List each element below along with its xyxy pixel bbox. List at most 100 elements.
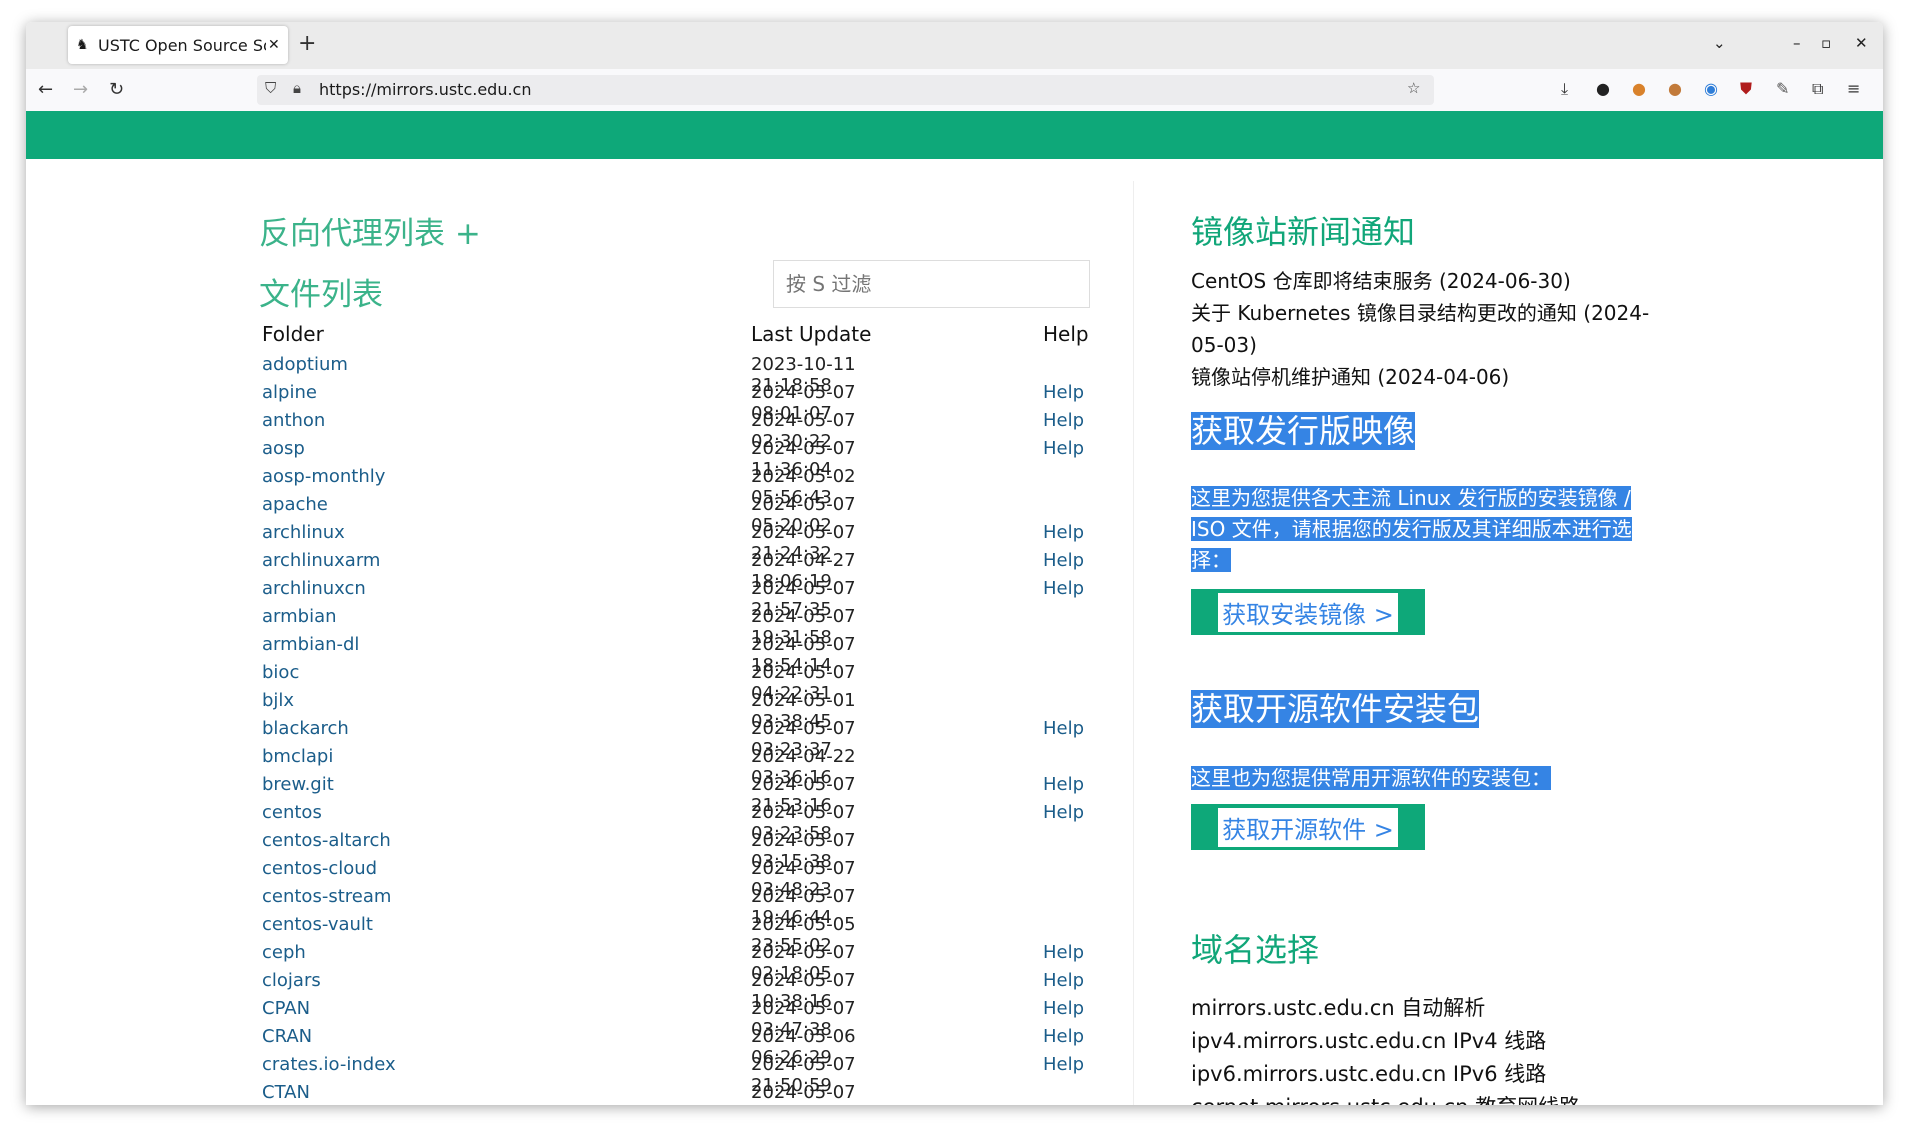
tab-title: USTC Open Source Software Mirror <box>98 35 266 55</box>
folder-link[interactable]: archlinux <box>262 522 345 543</box>
new-tab-icon[interactable]: + <box>298 31 316 56</box>
folder-link[interactable]: centos-cloud <box>262 858 377 879</box>
folder-link[interactable]: aosp <box>262 438 305 459</box>
help-link[interactable]: Help <box>1043 942 1084 963</box>
get-app-button[interactable]: 获取开源软件 > <box>1191 804 1425 850</box>
help-link[interactable]: Help <box>1043 718 1084 739</box>
news-item[interactable]: 镜像站停机维护通知 (2024-04-06) <box>1191 361 1651 393</box>
browser-window: ♞ USTC Open Source Software Mirror ✕ + ⌄… <box>26 22 1883 1105</box>
extension-t-icon[interactable]: ● <box>1596 79 1610 98</box>
folder-link[interactable]: CTAN <box>262 1082 310 1103</box>
menu-icon[interactable]: ≡ <box>1847 79 1860 98</box>
folder-link[interactable]: bmclapi <box>262 746 333 767</box>
close-tab-icon[interactable]: ✕ <box>268 37 280 53</box>
folder-link[interactable]: adoptium <box>262 354 348 375</box>
help-link[interactable]: Help <box>1043 522 1084 543</box>
folder-link[interactable]: centos-stream <box>262 886 391 907</box>
folder-link[interactable]: aosp-monthly <box>262 466 385 487</box>
folder-link[interactable]: anthon <box>262 410 325 431</box>
folder-link[interactable]: centos-altarch <box>262 830 391 851</box>
table-row: apache 2024-05-07 05:20:02 <box>26 494 926 536</box>
folder-link[interactable]: bioc <box>262 662 299 683</box>
file-list-title: 文件列表 <box>259 277 383 313</box>
table-row: centos 2024-05-07 03:23:58 Help <box>26 802 1084 844</box>
folder-link[interactable]: centos-vault <box>262 914 373 935</box>
reload-icon[interactable]: ↻ <box>109 79 124 100</box>
app-desc: 这里也为您提供常用开源软件的安装包： <box>1191 763 1661 794</box>
news-item[interactable]: 关于 Kubernetes 镜像目录结构更改的通知 (2024-05-03) <box>1191 297 1651 361</box>
url-bar[interactable]: ⛉ 🔒︎ https://mirrors.ustc.edu.cn ☆ <box>257 75 1434 105</box>
folder-link[interactable]: archlinuxarm <box>262 550 380 571</box>
extensions-puzzle-icon[interactable]: ⧉ <box>1812 79 1823 99</box>
tab-list-chevron-icon[interactable]: ⌄ <box>1713 34 1726 52</box>
domain-item: mirrors.ustc.edu.cn 自动解析 <box>1191 996 1486 1020</box>
table-row: ceph 2024-05-07 02:18:05 Help <box>26 942 1084 984</box>
help-link[interactable]: Help <box>1043 578 1084 599</box>
help-link[interactable]: Help <box>1043 410 1084 431</box>
table-row: crates.io-index 2024-05-07 21:50:59 Help <box>26 1054 1084 1096</box>
folder-link[interactable]: clojars <box>262 970 321 991</box>
lock-icon[interactable]: 🔒︎ <box>293 79 301 97</box>
site-header-bar <box>26 111 1883 159</box>
help-link[interactable]: Help <box>1043 1026 1084 1047</box>
url-text[interactable]: https://mirrors.ustc.edu.cn <box>319 80 532 99</box>
domain-title: 域名选择 <box>1191 931 1320 969</box>
ublock-icon[interactable]: ⛊ <box>1740 79 1752 99</box>
help-link[interactable]: Help <box>1043 998 1084 1019</box>
tab-ustc-mirror[interactable]: ♞ USTC Open Source Software Mirror ✕ <box>68 26 288 64</box>
help-link[interactable]: Help <box>1043 774 1084 795</box>
maximize-icon[interactable]: ▫ <box>1821 34 1831 52</box>
table-row: bioc 2024-05-07 04:22:31 <box>26 662 926 704</box>
folder-header[interactable]: Folder <box>262 322 324 346</box>
help-link[interactable]: Help <box>1043 382 1084 403</box>
back-icon[interactable]: ← <box>38 79 53 100</box>
bookmark-star-icon[interactable]: ☆ <box>1407 79 1420 97</box>
table-row: armbian-dl 2024-05-07 18:54:14 <box>26 634 926 676</box>
iso-title-text: 获取发行版映像 <box>1191 412 1416 450</box>
nav-bar: ← → ↻ ⛉ 🔒︎ https://mirrors.ustc.edu.cn ☆… <box>26 69 1883 111</box>
last-update: 2024-05-07 20:50:18 <box>751 1082 856 1105</box>
table-row: archlinux 2024-05-07 21:24:32 Help <box>26 522 1084 564</box>
table-row: blackarch 2024-05-07 03:23:37 Help <box>26 718 1084 760</box>
folder-link[interactable]: armbian-dl <box>262 634 359 655</box>
extension-password-icon[interactable]: ◉ <box>1704 79 1718 98</box>
filter-input[interactable] <box>773 260 1090 308</box>
folder-link[interactable]: CPAN <box>262 998 310 1019</box>
news-item[interactable]: CentOS 仓库即将结束服务 (2024-06-30) <box>1191 265 1651 297</box>
help-link[interactable]: Help <box>1043 970 1084 991</box>
folder-link[interactable]: apache <box>262 494 328 515</box>
extension-tool-icon[interactable]: ✎ <box>1776 79 1789 98</box>
close-window-icon[interactable]: ✕ <box>1855 34 1868 52</box>
table-row: brew.git 2024-05-07 21:53:16 Help <box>26 774 1084 816</box>
folder-link[interactable]: CRAN <box>262 1026 312 1047</box>
get-iso-button[interactable]: 获取安装镜像 > <box>1191 589 1425 635</box>
get-app-label[interactable]: 获取开源软件 > <box>1218 807 1398 847</box>
folder-link[interactable]: archlinuxcn <box>262 578 366 599</box>
folder-link[interactable]: blackarch <box>262 718 349 739</box>
help-link[interactable]: Help <box>1043 802 1084 823</box>
extension-monkey-icon[interactable]: ● <box>1668 79 1682 98</box>
folder-link[interactable]: armbian <box>262 606 337 627</box>
folder-link[interactable]: bjlx <box>262 690 294 711</box>
help-link[interactable]: Help <box>1043 438 1084 459</box>
folder-link[interactable]: brew.git <box>262 774 334 795</box>
folder-link[interactable]: alpine <box>262 382 317 403</box>
app-desc-text: 这里也为您提供常用开源软件的安装包： <box>1191 766 1551 790</box>
folder-link[interactable]: crates.io-index <box>262 1054 396 1075</box>
shield-icon[interactable]: ⛉ <box>265 79 276 97</box>
tab-strip: ♞ USTC Open Source Software Mirror ✕ + ⌄… <box>26 22 1883 69</box>
table-row: armbian 2024-05-07 19:31:58 <box>26 606 926 648</box>
forward-icon[interactable]: → <box>73 79 88 100</box>
table-row: clojars 2024-05-07 10:38:16 Help <box>26 970 1084 1012</box>
downloads-icon[interactable]: ⤓ <box>1561 79 1568 99</box>
get-iso-label[interactable]: 获取安装镜像 > <box>1218 592 1398 632</box>
folder-link[interactable]: centos <box>262 802 322 823</box>
minimize-icon[interactable]: – <box>1793 34 1801 52</box>
reverse-proxy-list-link[interactable]: 反向代理列表 + <box>259 208 481 253</box>
help-link[interactable]: Help <box>1043 1054 1084 1075</box>
last-update-header[interactable]: Last Update <box>751 322 871 346</box>
extension-cat-icon[interactable]: ● <box>1632 79 1646 98</box>
help-link[interactable]: Help <box>1043 550 1084 571</box>
folder-link[interactable]: ceph <box>262 942 306 963</box>
table-row: anthon 2024-05-07 02:30:22 Help <box>26 410 1084 452</box>
